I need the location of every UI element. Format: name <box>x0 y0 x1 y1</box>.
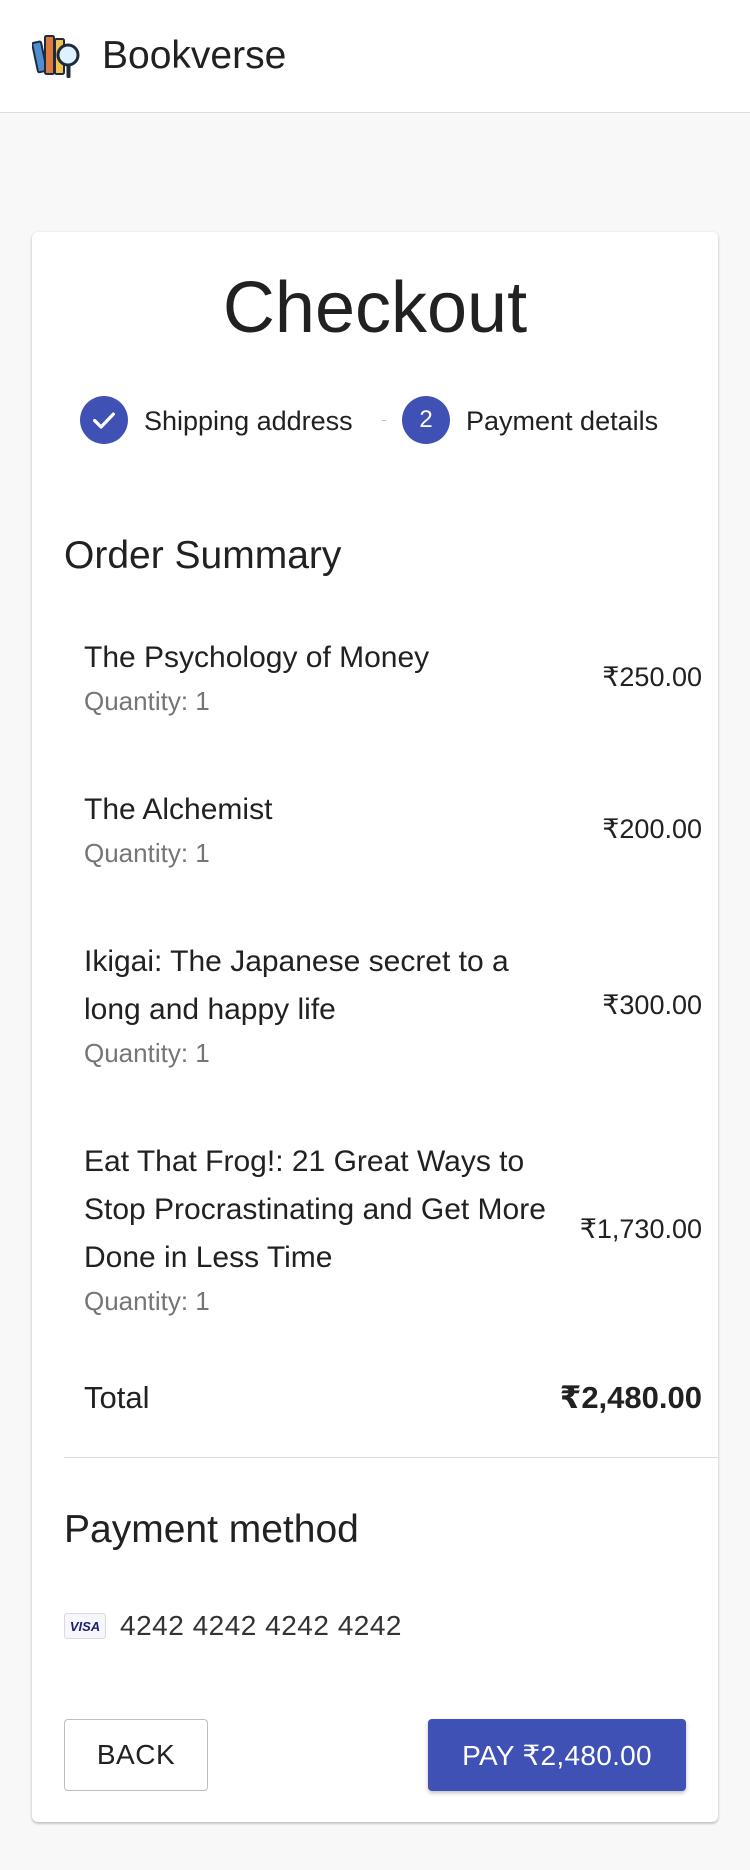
payment-method-title: Payment method <box>64 1508 359 1551</box>
step-connector <box>382 420 386 421</box>
item-price: ₹250.00 <box>602 662 702 692</box>
order-item: The Alchemist Quantity: 1 ₹200.00 <box>84 786 702 869</box>
order-item: The Psychology of Money Quantity: 1 ₹250… <box>84 634 702 717</box>
item-quantity: Quantity: 1 <box>84 1286 210 1316</box>
step-2-number: 2 <box>402 396 450 444</box>
payment-card-row: VISA 4242 4242 4242 4242 <box>64 1610 402 1642</box>
back-button[interactable]: BACK <box>64 1719 208 1791</box>
check-icon <box>93 412 115 429</box>
order-item: Ikigai: The Japanese secret to a long an… <box>84 938 702 1069</box>
item-price: ₹300.00 <box>602 990 702 1020</box>
step-1-completed-icon <box>80 396 128 444</box>
page-title: Checkout <box>222 268 528 348</box>
pay-button[interactable]: PAY ₹2,480.00 <box>428 1719 686 1791</box>
item-name: Eat That Frog!: 21 Great Ways to Stop Pr… <box>84 1145 546 1274</box>
total-value: ₹2,480.00 <box>559 1380 702 1415</box>
step-2-label: Payment details <box>466 406 659 436</box>
item-name: Ikigai: The Japanese secret to a long an… <box>84 945 509 1026</box>
books-logo-icon[interactable] <box>32 30 84 82</box>
order-summary-title: Order Summary <box>64 534 342 577</box>
item-price: ₹200.00 <box>602 814 702 844</box>
step-1-label: Shipping address <box>144 406 353 436</box>
item-name: The Alchemist <box>84 793 273 826</box>
visa-card-icon: VISA <box>64 1613 106 1639</box>
app-bar: Bookverse <box>0 0 750 113</box>
checkout-stepper: Shipping address 2 Payment details <box>32 396 718 446</box>
total-label: Total <box>84 1380 150 1415</box>
brand-name[interactable]: Bookverse <box>102 34 286 78</box>
checkout-card: Checkout Shipping address 2 Payment deta… <box>32 232 718 1822</box>
divider <box>64 1457 718 1458</box>
item-price: ₹1,730.00 <box>579 1214 702 1244</box>
order-item: Eat That Frog!: 21 Great Ways to Stop Pr… <box>84 1138 702 1317</box>
item-name: The Psychology of Money <box>84 641 430 674</box>
item-quantity: Quantity: 1 <box>84 1038 210 1068</box>
card-number: 4242 4242 4242 4242 <box>120 1610 402 1641</box>
